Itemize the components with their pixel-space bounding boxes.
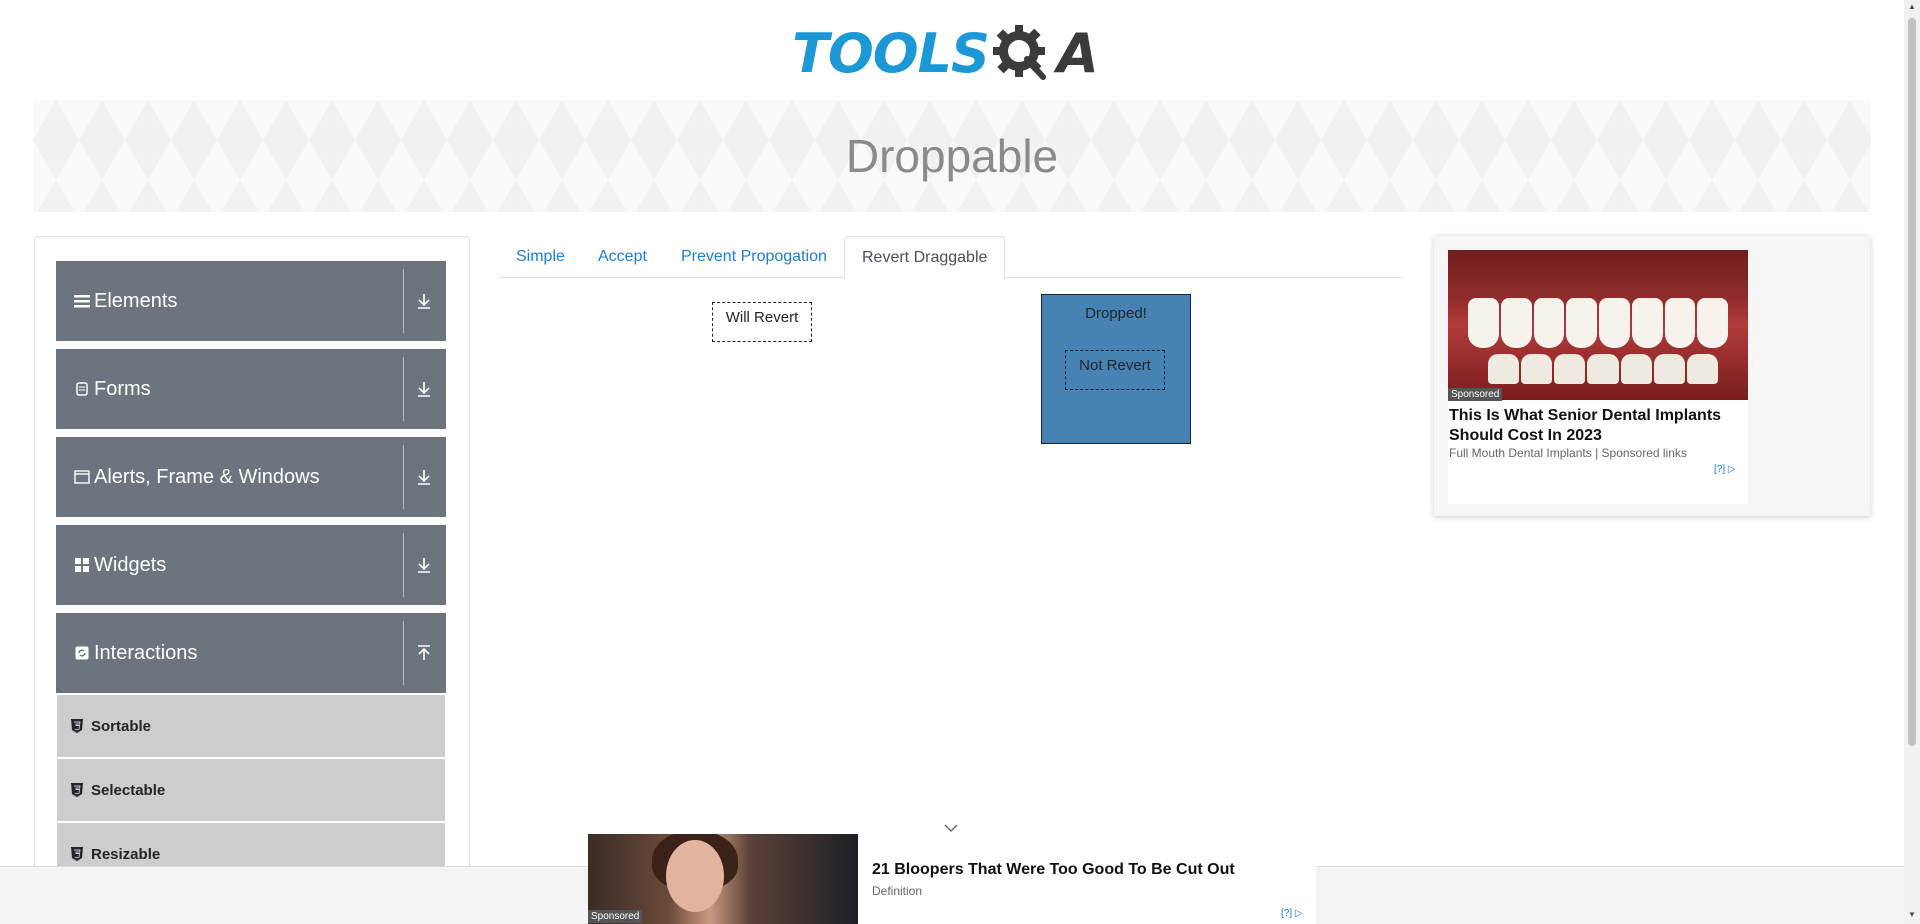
sidebar-item-sortable[interactable]: Sortable bbox=[57, 695, 445, 757]
sidebar-group-forms[interactable]: Forms bbox=[56, 349, 446, 429]
ad-info-icon[interactable]: [?] ▷ bbox=[1714, 464, 1736, 475]
sidebar-item-selectable[interactable]: Selectable bbox=[57, 759, 445, 821]
page-banner: Droppable bbox=[33, 100, 1871, 212]
tab-bar: Simple Accept Prevent Propogation Revert… bbox=[499, 236, 1403, 279]
interactions-icon bbox=[74, 645, 90, 661]
chevron-down-icon[interactable] bbox=[944, 820, 958, 832]
adchoices-icon: ▷ bbox=[1727, 464, 1736, 475]
divider bbox=[403, 357, 404, 421]
download-arrow-icon[interactable] bbox=[412, 289, 436, 313]
download-arrow-icon[interactable] bbox=[412, 465, 436, 489]
ad-image-teeth[interactable] bbox=[1448, 250, 1748, 400]
adchoices-icon: ▷ bbox=[1294, 908, 1303, 919]
sponsored-ad-bottom[interactable]: Sponsored 21 Bloopers That Were Too Good… bbox=[588, 834, 1316, 924]
upload-arrow-icon[interactable] bbox=[412, 641, 436, 665]
sidebar-group-label: Widgets bbox=[94, 553, 167, 576]
form-icon bbox=[74, 381, 90, 397]
scrollbar-thumb[interactable] bbox=[1908, 18, 1916, 746]
tab-simple[interactable]: Simple bbox=[499, 236, 582, 278]
sidebar-item-label: Sortable bbox=[91, 717, 152, 735]
sidebar-group-elements[interactable]: Elements bbox=[56, 261, 446, 341]
sponsored-ad-right[interactable]: Sponsored This Is What Senior Dental Imp… bbox=[1434, 236, 1870, 516]
ad-subtitle[interactable]: Full Mouth Dental Implants | Sponsored l… bbox=[1449, 446, 1687, 460]
droppable-target[interactable]: Dropped! Not Revert bbox=[1041, 294, 1191, 444]
sponsored-badge: Sponsored bbox=[588, 910, 643, 923]
ad-info-text: [?] bbox=[1281, 908, 1293, 919]
sidebar-item-label: Selectable bbox=[91, 781, 166, 799]
hamburger-icon bbox=[74, 293, 90, 309]
divider bbox=[403, 621, 404, 685]
scroll-up-icon[interactable]: ▲ bbox=[1908, 2, 1916, 12]
sidebar-group-label: Alerts, Frame & Windows bbox=[94, 465, 320, 488]
toolsqa-logo[interactable]: TOOLS A bbox=[792, 14, 1112, 92]
ad-info-icon[interactable]: [?] ▷ bbox=[1281, 908, 1303, 919]
sidebar-group-interactions[interactable]: Interactions bbox=[56, 613, 446, 693]
sidebar-group-alerts[interactable]: Alerts, Frame & Windows bbox=[56, 437, 446, 517]
ad-title[interactable]: 21 Bloopers That Were Too Good To Be Cut… bbox=[872, 861, 1235, 879]
html5-icon bbox=[71, 783, 83, 797]
page-scrollbar[interactable]: ▲ ▼ bbox=[1904, 0, 1920, 924]
divider bbox=[403, 445, 404, 509]
sidebar-group-label: Interactions bbox=[94, 641, 198, 664]
html5-icon bbox=[71, 719, 83, 733]
sidebar-group-label: Elements bbox=[94, 289, 178, 312]
sidebar: Elements Forms Alerts, Frame & Windows W… bbox=[34, 236, 470, 924]
tab-revert-draggable[interactable]: Revert Draggable bbox=[844, 236, 1006, 279]
sidebar-group-label: Forms bbox=[94, 377, 151, 400]
sponsored-badge: Sponsored bbox=[1448, 388, 1503, 401]
ad-subtitle[interactable]: Definition bbox=[872, 884, 922, 898]
scroll-down-icon[interactable]: ▼ bbox=[1908, 910, 1916, 920]
ad-title[interactable]: This Is What Senior Dental Implants Shou… bbox=[1449, 406, 1739, 446]
divider bbox=[403, 533, 404, 597]
will-revert-draggable[interactable]: Will Revert bbox=[712, 302, 812, 342]
download-arrow-icon[interactable] bbox=[412, 553, 436, 577]
gear-magnifier-icon bbox=[991, 23, 1051, 83]
tab-accept[interactable]: Accept bbox=[581, 236, 664, 278]
not-revert-draggable[interactable]: Not Revert bbox=[1065, 350, 1165, 390]
page-title: Droppable bbox=[845, 130, 1059, 182]
window-icon bbox=[74, 469, 90, 485]
logo-text: TOOLS bbox=[792, 21, 990, 85]
ad-info-text: [?] bbox=[1714, 464, 1726, 475]
tab-prevent-propogation[interactable]: Prevent Propogation bbox=[664, 236, 844, 278]
drop-status-text: Dropped! bbox=[1085, 305, 1147, 322]
logo-suffix: A bbox=[1056, 21, 1099, 85]
download-arrow-icon[interactable] bbox=[412, 377, 436, 401]
html5-icon bbox=[71, 847, 83, 861]
divider bbox=[403, 269, 404, 333]
teeth-lower bbox=[1488, 354, 1718, 384]
sidebar-group-widgets[interactable]: Widgets bbox=[56, 525, 446, 605]
ad-image-face bbox=[666, 840, 724, 912]
sidebar-item-label: Resizable bbox=[91, 845, 161, 863]
teeth-upper bbox=[1468, 298, 1728, 348]
widgets-icon bbox=[74, 557, 90, 573]
header: TOOLS A bbox=[0, 0, 1904, 100]
